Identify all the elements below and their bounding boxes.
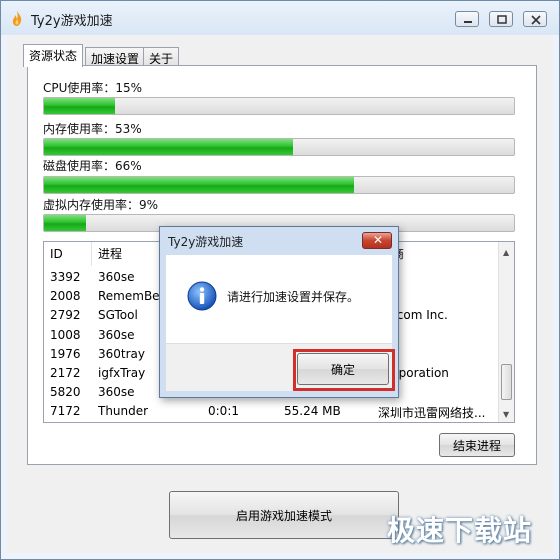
- table-cell: Thunder: [98, 404, 149, 419]
- close-icon: [531, 15, 541, 25]
- memory-usage-bar: [43, 138, 515, 156]
- table-cell: 2172: [50, 366, 81, 380]
- maximize-button[interactable]: [489, 11, 513, 27]
- cpu-usage-label: CPU使用率：15%: [43, 81, 143, 95]
- table-cell: 360tray: [98, 346, 145, 361]
- flame-icon: [12, 10, 22, 26]
- column-header-id[interactable]: ID: [44, 242, 92, 266]
- table-cell: 360se: [98, 385, 135, 400]
- table-cell: 2008: [50, 289, 81, 304]
- table-cell: SGTool: [98, 308, 138, 323]
- enable-game-mode-button[interactable]: 启用游戏加速模式: [169, 491, 399, 539]
- scrollbar-thumb[interactable]: [501, 364, 512, 400]
- virtual-memory-label: 虚拟内存使用率：9%: [43, 198, 159, 212]
- watermark: 极速下载站: [387, 514, 533, 547]
- cpu-usage-fill: [44, 98, 115, 114]
- close-icon: ✕: [373, 233, 384, 247]
- table-cell: RememBea: [98, 289, 167, 304]
- maximize-icon: [497, 15, 507, 24]
- minimize-button[interactable]: [455, 11, 479, 27]
- table-cell: 1008: [50, 327, 81, 342]
- table-cell: 360se: [98, 270, 135, 284]
- tab-about[interactable]: 关于: [143, 47, 180, 66]
- cpu-usage-bar: [43, 97, 515, 115]
- table-row[interactable]: 7172 Thunder 0:0:1 55.24 MB 深圳市迅雷网络技...: [44, 402, 500, 421]
- dialog-title: Ty2y游戏加速: [168, 235, 244, 249]
- minimize-icon: [464, 21, 472, 23]
- tab-label: 资源状态: [29, 49, 78, 63]
- memory-usage-fill: [44, 139, 294, 155]
- disk-usage-label: 磁盘使用率：66%: [43, 159, 142, 173]
- info-icon: [187, 281, 217, 311]
- close-button[interactable]: [523, 11, 547, 27]
- end-process-button[interactable]: 结束进程: [439, 433, 515, 457]
- window-title: Ty2y游戏加速: [31, 14, 113, 29]
- table-cell: 5820: [50, 385, 81, 400]
- table-cell: 3392: [50, 270, 81, 284]
- tab-label: 加速设置: [91, 52, 140, 66]
- disk-usage-fill: [44, 177, 355, 193]
- dialog-close-button[interactable]: ✕: [362, 232, 392, 249]
- table-cell: 0:0:1: [208, 404, 239, 419]
- tab-label: 关于: [149, 52, 174, 66]
- ok-button-highlight: [293, 349, 395, 391]
- memory-usage-label: 内存使用率：53%: [43, 122, 142, 136]
- scroll-down-icon[interactable]: ▼: [503, 410, 509, 419]
- tab-resource-status[interactable]: 资源状态: [23, 44, 84, 67]
- table-cell: 1976: [50, 346, 81, 361]
- scroll-up-icon[interactable]: ▲: [503, 248, 509, 257]
- disk-usage-bar: [43, 176, 515, 194]
- table-cell: 7172: [50, 404, 81, 419]
- table-cell: 55.24 MB: [284, 404, 341, 419]
- table-cell: 360se: [98, 327, 135, 342]
- table-cell: 深圳市迅雷网络技...: [378, 406, 486, 421]
- title-bar[interactable]: Ty2y游戏加速: [1, 1, 559, 35]
- tab-acceleration-settings[interactable]: 加速设置: [85, 47, 146, 66]
- table-cell: 2792: [50, 308, 81, 323]
- main-window: Ty2y游戏加速 资源状态 加速设置 关于 CPU使用率：15% 内存使用率：5…: [0, 0, 560, 560]
- dialog-message: 请进行加速设置并保存。: [227, 290, 360, 304]
- table-cell: igfxTray: [98, 366, 146, 380]
- vertical-scrollbar[interactable]: ▲ ▼: [498, 242, 514, 422]
- virtual-memory-fill: [44, 215, 87, 231]
